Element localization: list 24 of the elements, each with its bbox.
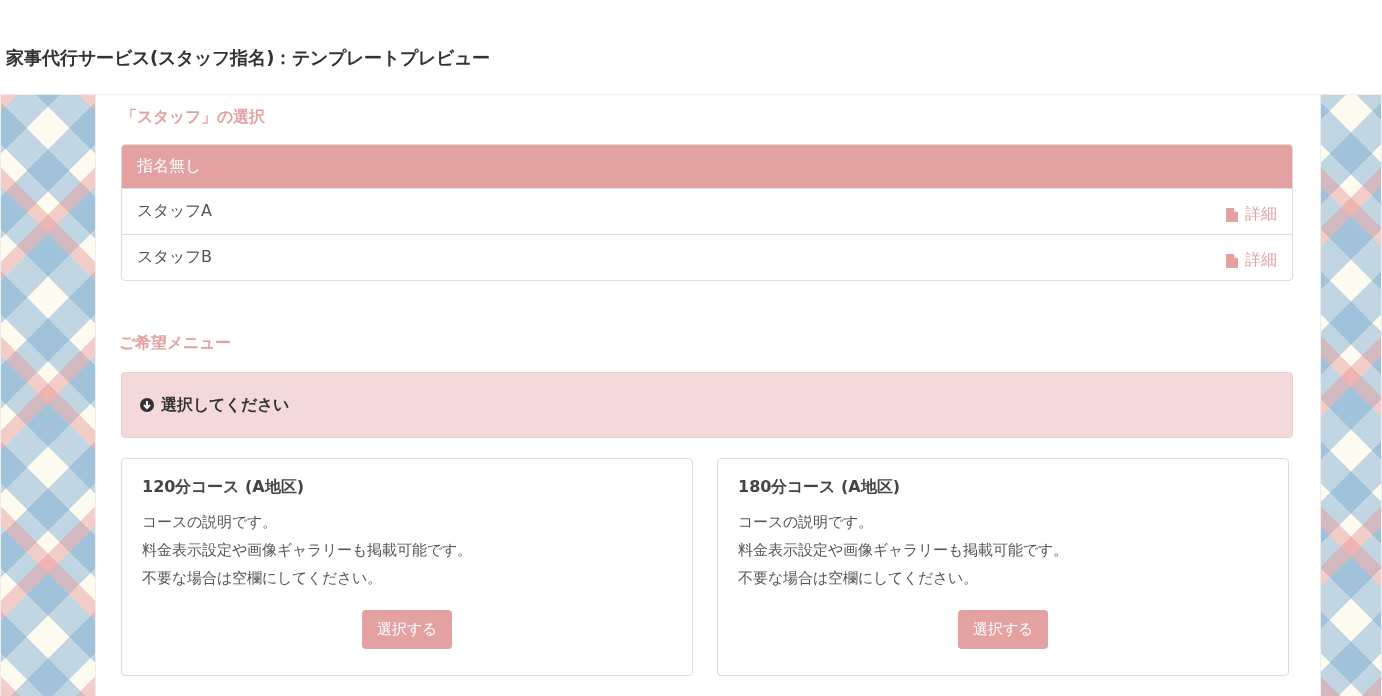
select-button[interactable]: 選択する xyxy=(958,610,1048,649)
course-description: コースの説明です。 xyxy=(738,512,874,533)
staff-option[interactable]: スタッフB 詳細 xyxy=(122,234,1292,280)
course-description: コースの説明です。 xyxy=(142,512,278,533)
course-description: 不要な場合は空欄にしてください。 xyxy=(738,568,979,589)
course-description: 料金表示設定や画像ギャラリーも掲載可能です。 xyxy=(738,540,1069,561)
document-icon xyxy=(1226,207,1238,222)
course-title: 120分コース (A地区) xyxy=(142,477,305,498)
select-button[interactable]: 選択する xyxy=(362,610,452,649)
page-title: 家事代行サービス(スタッフ指名)：テンプレートプレビュー xyxy=(6,46,491,70)
section-heading: ご希望メニュー xyxy=(119,333,232,354)
detail-label: 詳細 xyxy=(1245,250,1277,271)
document-icon xyxy=(1226,253,1238,268)
course-description: 料金表示設定や画像ギャラリーも掲載可能です。 xyxy=(142,540,473,561)
course-description: 不要な場合は空欄にしてください。 xyxy=(142,568,383,589)
detail-link[interactable]: 詳細 xyxy=(1226,204,1277,225)
staff-option[interactable]: スタッフA 詳細 xyxy=(122,188,1292,234)
staff-option[interactable]: 指名無し xyxy=(122,145,1292,188)
course-title: 180分コース (A地区) xyxy=(738,477,901,498)
section-heading: 「スタッフ」の選択 xyxy=(121,107,266,128)
detail-label: 詳細 xyxy=(1245,204,1277,225)
down-arrow-icon xyxy=(140,398,154,412)
detail-link[interactable]: 詳細 xyxy=(1226,250,1277,271)
prompt-text: 選択してください xyxy=(161,394,289,416)
